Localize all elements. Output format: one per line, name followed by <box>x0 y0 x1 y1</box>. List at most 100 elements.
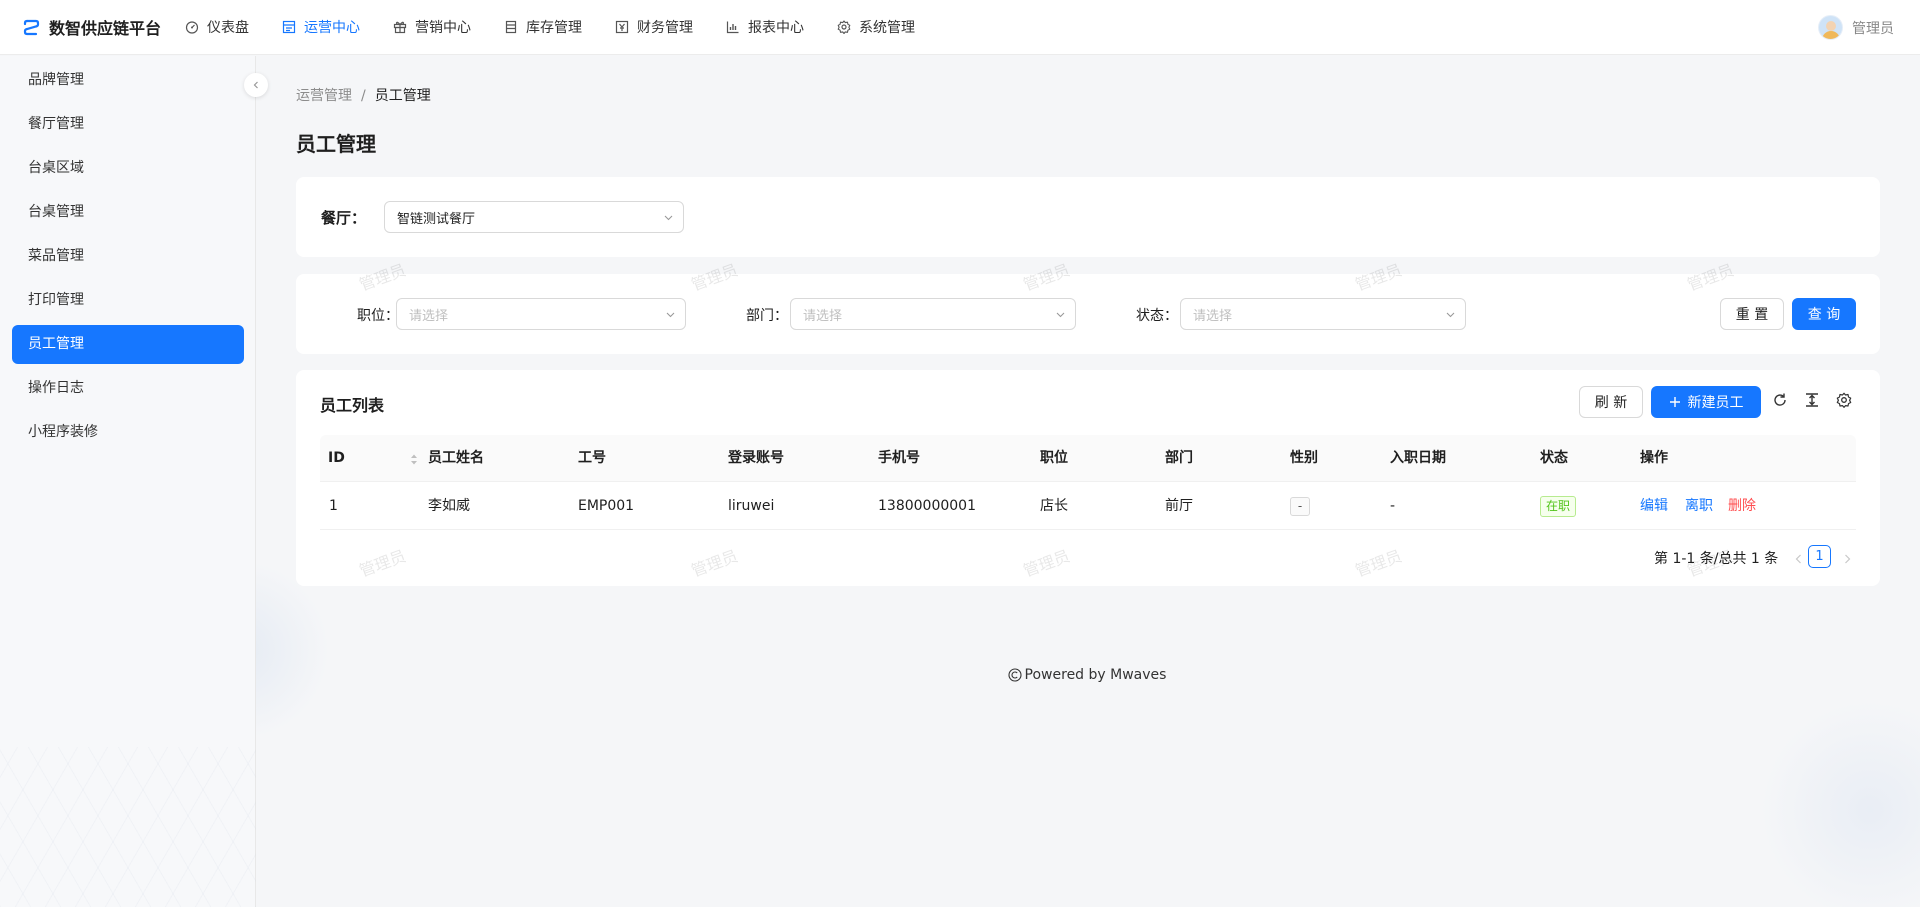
sidebar-item-print[interactable]: 打印管理 <box>12 281 244 320</box>
restaurant-select[interactable]: 智链测试餐厅 <box>384 201 684 233</box>
top-header: 数智供应链平台 仪表盘 运营中心 营销中心 库存管理 财务管理 报表中心 系统管… <box>0 0 1920 55</box>
user-menu[interactable]: 管理员 <box>1818 15 1894 40</box>
sidebar-item-miniprogram[interactable]: 小程序装修 <box>12 413 244 452</box>
footer-text: Powered by Mwaves <box>1024 667 1167 683</box>
breadcrumb-separator: / <box>361 88 366 104</box>
topnav-label: 报表中心 <box>748 20 804 36</box>
table-row: 1 李如威 EMP001 liruwei 13800000001 店长 前厅 -… <box>320 482 1856 530</box>
staff-table-card: 员工列表 刷 新 新建员工 ID 员工姓名 工号 登录账号 手机号 职位 部门 … <box>296 370 1880 586</box>
department-select[interactable]: 请选择 <box>790 298 1076 330</box>
operations-icon <box>282 20 296 34</box>
status-placeholder: 请选择 <box>1193 308 1233 324</box>
column-label: ID <box>328 450 345 466</box>
inventory-icon <box>505 20 517 34</box>
department-placeholder: 请选择 <box>803 308 843 324</box>
sort-icon[interactable] <box>410 453 418 466</box>
sidebar: 品牌管理 餐厅管理 台桌区域 台桌管理 菜品管理 打印管理 员工管理 操作日志 … <box>0 56 256 907</box>
column-header-actions: 操作 <box>1640 450 1668 466</box>
cell-position: 店长 <box>1040 498 1068 514</box>
position-label: 职位： <box>357 308 399 324</box>
sidebar-item-operation-log[interactable]: 操作日志 <box>12 369 244 408</box>
sidebar-item-brand[interactable]: 品牌管理 <box>12 61 244 100</box>
column-header-department: 部门 <box>1165 450 1193 466</box>
table-header: ID 员工姓名 工号 登录账号 手机号 职位 部门 性别 入职日期 状态 操作 <box>320 435 1856 482</box>
chevron-down-icon <box>1446 312 1455 318</box>
status-label: 状态： <box>1136 308 1178 324</box>
cell-hire-date: - <box>1390 498 1396 514</box>
query-button[interactable]: 查 询 <box>1792 298 1856 330</box>
topnav-label: 财务管理 <box>637 20 693 36</box>
top-navigation: 仪表盘 运营中心 营销中心 库存管理 财务管理 报表中心 系统管理 <box>185 0 948 55</box>
restaurant-filter-card: 餐厅： 智链测试餐厅 <box>296 177 1880 257</box>
gift-icon <box>393 21 407 34</box>
reset-button[interactable]: 重 置 <box>1720 298 1784 330</box>
app-title: 数智供应链平台 <box>49 19 162 38</box>
sidebar-item-table-area[interactable]: 台桌区域 <box>12 149 244 188</box>
topnav-reports[interactable]: 报表中心 <box>726 0 804 55</box>
user-name: 管理员 <box>1852 20 1894 37</box>
chevron-right-icon[interactable] <box>1840 552 1854 566</box>
edit-link[interactable]: 编辑 <box>1640 482 1668 530</box>
pagination-total: 第 1-1 条/总共 1 条 <box>1654 551 1779 567</box>
delete-link[interactable]: 删除 <box>1728 482 1756 530</box>
chevron-down-icon <box>666 312 675 318</box>
dashboard-icon <box>185 21 199 34</box>
topnav-label: 仪表盘 <box>207 20 249 36</box>
gear-icon <box>837 20 851 34</box>
topnav-inventory[interactable]: 库存管理 <box>504 0 582 55</box>
topnav-label: 系统管理 <box>859 20 915 36</box>
cell-account: liruwei <box>728 498 775 514</box>
sidebar-collapse-button[interactable] <box>244 73 268 97</box>
breadcrumb: 运营管理 / 员工管理 <box>296 85 431 105</box>
column-header-status: 状态 <box>1540 450 1568 466</box>
status-badge: 在职 <box>1540 496 1577 517</box>
search-filter-card: 职位： 请选择 部门： 请选择 状态： 请选择 重 置 查 询 <box>296 274 1880 354</box>
pagination-page[interactable]: 1 <box>1808 545 1831 568</box>
new-staff-label: 新建员工 <box>1687 395 1744 411</box>
topnav-operations[interactable]: 运营中心 <box>282 0 360 55</box>
cell-name: 李如威 <box>428 498 470 514</box>
refresh-button[interactable]: 刷 新 <box>1579 386 1643 418</box>
status-select[interactable]: 请选择 <box>1180 298 1466 330</box>
app-logo[interactable]: 数智供应链平台 <box>23 15 185 39</box>
plus-icon <box>1669 397 1680 407</box>
department-label: 部门： <box>746 308 788 324</box>
topnav-finance[interactable]: 财务管理 <box>615 0 693 55</box>
sidebar-item-dishes[interactable]: 菜品管理 <box>12 237 244 276</box>
topnav-marketing[interactable]: 营销中心 <box>393 0 471 55</box>
column-header-emp-no: 工号 <box>578 450 606 466</box>
restaurant-label: 餐厅： <box>321 209 367 227</box>
position-placeholder: 请选择 <box>409 308 449 324</box>
column-header-account: 登录账号 <box>728 450 784 466</box>
table-title: 员工列表 <box>320 396 385 415</box>
chevron-left-icon <box>253 81 258 89</box>
resign-link[interactable]: 离职 <box>1685 482 1713 530</box>
column-header-gender: 性别 <box>1290 450 1318 466</box>
breadcrumb-parent[interactable]: 运营管理 <box>296 88 352 104</box>
chart-icon <box>726 21 739 34</box>
reload-icon[interactable] <box>1772 392 1788 408</box>
page-title: 员工管理 <box>296 132 376 156</box>
topnav-dashboard[interactable]: 仪表盘 <box>185 0 249 55</box>
topnav-system[interactable]: 系统管理 <box>837 0 915 55</box>
column-header-id[interactable]: ID <box>328 435 418 482</box>
settings-icon[interactable] <box>1836 392 1852 408</box>
copyright-icon <box>1007 668 1022 682</box>
topnav-label: 营销中心 <box>415 20 471 36</box>
column-header-phone: 手机号 <box>878 450 920 466</box>
position-select[interactable]: 请选择 <box>396 298 686 330</box>
restaurant-select-value: 智链测试餐厅 <box>397 211 476 227</box>
sidebar-item-staff[interactable]: 员工管理 <box>12 325 244 364</box>
new-staff-button[interactable]: 新建员工 <box>1651 386 1761 418</box>
column-height-icon[interactable] <box>1804 392 1820 408</box>
chevron-down-icon <box>664 215 673 221</box>
breadcrumb-current: 员工管理 <box>374 88 431 104</box>
sidebar-item-table[interactable]: 台桌管理 <box>12 193 244 232</box>
column-header-name: 员工姓名 <box>428 450 484 466</box>
logo-icon <box>23 19 40 35</box>
sidebar-item-restaurant[interactable]: 餐厅管理 <box>12 105 244 144</box>
cell-department: 前厅 <box>1165 498 1193 514</box>
topnav-label: 运营中心 <box>304 20 360 36</box>
chevron-left-icon[interactable] <box>1792 552 1806 566</box>
background-decoration <box>1760 700 1920 907</box>
